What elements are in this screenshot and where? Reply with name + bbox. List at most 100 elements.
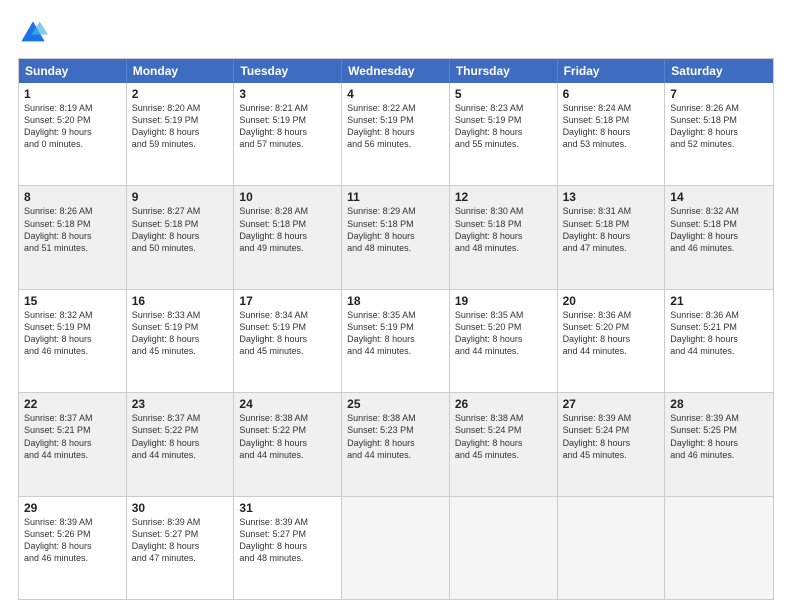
day-number: 2 [132,87,229,101]
day-number: 26 [455,397,552,411]
day-number: 28 [670,397,768,411]
cal-cell-empty [342,497,450,599]
cell-info: Sunrise: 8:26 AMSunset: 5:18 PMDaylight:… [24,205,121,254]
day-number: 15 [24,294,121,308]
cal-cell-18: 18Sunrise: 8:35 AMSunset: 5:19 PMDayligh… [342,290,450,392]
calendar-body: 1Sunrise: 8:19 AMSunset: 5:20 PMDaylight… [19,83,773,599]
day-number: 27 [563,397,660,411]
day-number: 18 [347,294,444,308]
cell-info: Sunrise: 8:39 AMSunset: 5:25 PMDaylight:… [670,412,768,461]
cal-cell-29: 29Sunrise: 8:39 AMSunset: 5:26 PMDayligh… [19,497,127,599]
cal-cell-16: 16Sunrise: 8:33 AMSunset: 5:19 PMDayligh… [127,290,235,392]
header-day-monday: Monday [127,59,235,83]
cell-info: Sunrise: 8:24 AMSunset: 5:18 PMDaylight:… [563,102,660,151]
day-number: 1 [24,87,121,101]
day-number: 30 [132,501,229,515]
cell-info: Sunrise: 8:38 AMSunset: 5:24 PMDaylight:… [455,412,552,461]
cal-cell-28: 28Sunrise: 8:39 AMSunset: 5:25 PMDayligh… [665,393,773,495]
cell-info: Sunrise: 8:39 AMSunset: 5:27 PMDaylight:… [239,516,336,565]
day-number: 25 [347,397,444,411]
cell-info: Sunrise: 8:34 AMSunset: 5:19 PMDaylight:… [239,309,336,358]
day-number: 6 [563,87,660,101]
cal-cell-19: 19Sunrise: 8:35 AMSunset: 5:20 PMDayligh… [450,290,558,392]
calendar: SundayMondayTuesdayWednesdayThursdayFrid… [18,58,774,600]
calendar-header: SundayMondayTuesdayWednesdayThursdayFrid… [19,59,773,83]
day-number: 14 [670,190,768,204]
cell-info: Sunrise: 8:29 AMSunset: 5:18 PMDaylight:… [347,205,444,254]
cell-info: Sunrise: 8:38 AMSunset: 5:22 PMDaylight:… [239,412,336,461]
cal-week-3: 22Sunrise: 8:37 AMSunset: 5:21 PMDayligh… [19,392,773,495]
cal-cell-12: 12Sunrise: 8:30 AMSunset: 5:18 PMDayligh… [450,186,558,288]
cal-cell-9: 9Sunrise: 8:27 AMSunset: 5:18 PMDaylight… [127,186,235,288]
cell-info: Sunrise: 8:22 AMSunset: 5:19 PMDaylight:… [347,102,444,151]
cell-info: Sunrise: 8:27 AMSunset: 5:18 PMDaylight:… [132,205,229,254]
cal-cell-6: 6Sunrise: 8:24 AMSunset: 5:18 PMDaylight… [558,83,666,185]
day-number: 24 [239,397,336,411]
cal-cell-20: 20Sunrise: 8:36 AMSunset: 5:20 PMDayligh… [558,290,666,392]
cell-info: Sunrise: 8:39 AMSunset: 5:24 PMDaylight:… [563,412,660,461]
cell-info: Sunrise: 8:36 AMSunset: 5:21 PMDaylight:… [670,309,768,358]
cal-cell-30: 30Sunrise: 8:39 AMSunset: 5:27 PMDayligh… [127,497,235,599]
cal-cell-25: 25Sunrise: 8:38 AMSunset: 5:23 PMDayligh… [342,393,450,495]
day-number: 23 [132,397,229,411]
day-number: 13 [563,190,660,204]
cal-week-0: 1Sunrise: 8:19 AMSunset: 5:20 PMDaylight… [19,83,773,185]
header-day-wednesday: Wednesday [342,59,450,83]
cell-info: Sunrise: 8:35 AMSunset: 5:19 PMDaylight:… [347,309,444,358]
logo [18,18,52,48]
cal-cell-13: 13Sunrise: 8:31 AMSunset: 5:18 PMDayligh… [558,186,666,288]
header [18,18,774,48]
cal-cell-2: 2Sunrise: 8:20 AMSunset: 5:19 PMDaylight… [127,83,235,185]
cal-cell-1: 1Sunrise: 8:19 AMSunset: 5:20 PMDaylight… [19,83,127,185]
cell-info: Sunrise: 8:32 AMSunset: 5:18 PMDaylight:… [670,205,768,254]
cal-cell-27: 27Sunrise: 8:39 AMSunset: 5:24 PMDayligh… [558,393,666,495]
day-number: 12 [455,190,552,204]
cell-info: Sunrise: 8:20 AMSunset: 5:19 PMDaylight:… [132,102,229,151]
cell-info: Sunrise: 8:23 AMSunset: 5:19 PMDaylight:… [455,102,552,151]
day-number: 4 [347,87,444,101]
cal-cell-8: 8Sunrise: 8:26 AMSunset: 5:18 PMDaylight… [19,186,127,288]
day-number: 31 [239,501,336,515]
cal-cell-15: 15Sunrise: 8:32 AMSunset: 5:19 PMDayligh… [19,290,127,392]
day-number: 3 [239,87,336,101]
day-number: 17 [239,294,336,308]
cell-info: Sunrise: 8:30 AMSunset: 5:18 PMDaylight:… [455,205,552,254]
cell-info: Sunrise: 8:32 AMSunset: 5:19 PMDaylight:… [24,309,121,358]
cell-info: Sunrise: 8:31 AMSunset: 5:18 PMDaylight:… [563,205,660,254]
cal-cell-22: 22Sunrise: 8:37 AMSunset: 5:21 PMDayligh… [19,393,127,495]
cal-cell-empty [665,497,773,599]
day-number: 20 [563,294,660,308]
cal-week-4: 29Sunrise: 8:39 AMSunset: 5:26 PMDayligh… [19,496,773,599]
day-number: 29 [24,501,121,515]
cal-cell-10: 10Sunrise: 8:28 AMSunset: 5:18 PMDayligh… [234,186,342,288]
day-number: 10 [239,190,336,204]
day-number: 22 [24,397,121,411]
header-day-sunday: Sunday [19,59,127,83]
header-day-thursday: Thursday [450,59,558,83]
cell-info: Sunrise: 8:38 AMSunset: 5:23 PMDaylight:… [347,412,444,461]
header-day-saturday: Saturday [665,59,773,83]
cal-cell-empty [450,497,558,599]
day-number: 21 [670,294,768,308]
cell-info: Sunrise: 8:37 AMSunset: 5:21 PMDaylight:… [24,412,121,461]
cal-week-2: 15Sunrise: 8:32 AMSunset: 5:19 PMDayligh… [19,289,773,392]
cal-cell-3: 3Sunrise: 8:21 AMSunset: 5:19 PMDaylight… [234,83,342,185]
cell-info: Sunrise: 8:37 AMSunset: 5:22 PMDaylight:… [132,412,229,461]
logo-icon [18,18,48,48]
cell-info: Sunrise: 8:39 AMSunset: 5:26 PMDaylight:… [24,516,121,565]
cal-cell-31: 31Sunrise: 8:39 AMSunset: 5:27 PMDayligh… [234,497,342,599]
cal-cell-empty [558,497,666,599]
cal-cell-23: 23Sunrise: 8:37 AMSunset: 5:22 PMDayligh… [127,393,235,495]
header-day-friday: Friday [558,59,666,83]
cal-week-1: 8Sunrise: 8:26 AMSunset: 5:18 PMDaylight… [19,185,773,288]
cell-info: Sunrise: 8:35 AMSunset: 5:20 PMDaylight:… [455,309,552,358]
day-number: 7 [670,87,768,101]
day-number: 16 [132,294,229,308]
day-number: 11 [347,190,444,204]
cell-info: Sunrise: 8:36 AMSunset: 5:20 PMDaylight:… [563,309,660,358]
cal-cell-26: 26Sunrise: 8:38 AMSunset: 5:24 PMDayligh… [450,393,558,495]
page: SundayMondayTuesdayWednesdayThursdayFrid… [0,0,792,612]
cell-info: Sunrise: 8:21 AMSunset: 5:19 PMDaylight:… [239,102,336,151]
cal-cell-17: 17Sunrise: 8:34 AMSunset: 5:19 PMDayligh… [234,290,342,392]
day-number: 5 [455,87,552,101]
